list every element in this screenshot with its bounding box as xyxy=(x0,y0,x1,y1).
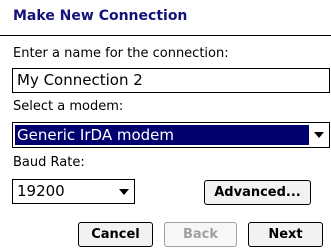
next-button[interactable]: Next xyxy=(248,222,323,247)
dropdown-arrow-icon[interactable] xyxy=(314,132,324,138)
modem-label: Select a modem: xyxy=(13,99,124,114)
baud-rate-label: Baud Rate: xyxy=(13,155,85,170)
connection-name-input[interactable]: My Connection 2 xyxy=(12,68,330,93)
cancel-button[interactable]: Cancel xyxy=(78,222,153,247)
title-divider xyxy=(0,35,331,36)
modem-selected-value: Generic IrDA modem xyxy=(15,125,309,145)
baud-rate-value: 19200 xyxy=(17,182,65,200)
baud-rate-select[interactable]: 19200 xyxy=(12,179,135,204)
connection-name-label: Enter a name for the connection: xyxy=(13,46,229,61)
dialog-title: Make New Connection xyxy=(13,8,188,24)
advanced-button[interactable]: Advanced... xyxy=(204,180,311,205)
modem-select[interactable]: Generic IrDA modem xyxy=(12,122,330,148)
dropdown-arrow-icon[interactable] xyxy=(119,189,129,195)
back-button: Back xyxy=(164,222,237,247)
